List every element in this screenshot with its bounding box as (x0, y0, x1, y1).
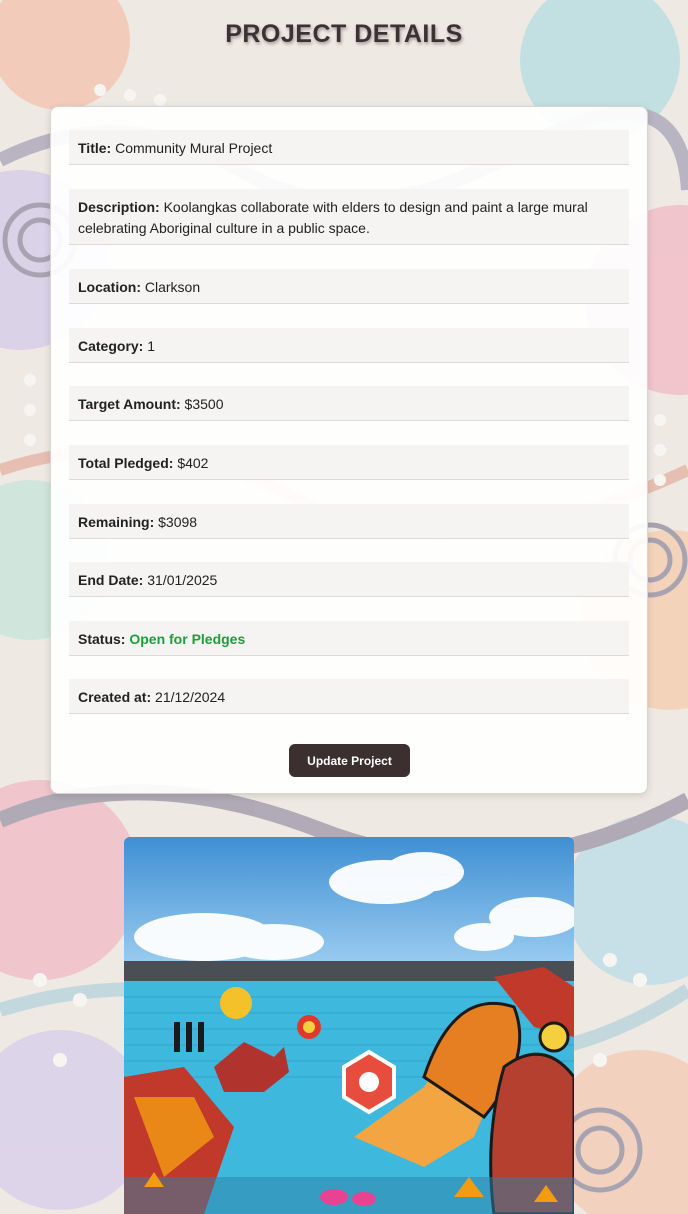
created-at-value: 21/12/2024 (155, 689, 226, 705)
category-label: Category: (78, 338, 148, 354)
detail-row-end-date: End Date: 31/01/2025 (69, 562, 629, 597)
status-badge: Open for Pledges (129, 631, 246, 647)
description-label: Description: (78, 199, 164, 215)
total-pledged-label: Total Pledged: (78, 455, 178, 471)
end-date-value: 31/01/2025 (147, 572, 218, 588)
target-amount-label: Target Amount: (78, 396, 185, 412)
title-value: Community Mural Project (115, 140, 273, 156)
target-amount-value: $3500 (184, 396, 224, 412)
detail-row-title: Title: Community Mural Project (69, 130, 629, 165)
project-details-page: PROJECT DETAILS Title: Community Mural P… (0, 0, 688, 1214)
detail-row-target-amount: Target Amount: $3500 (69, 386, 629, 421)
page-title: PROJECT DETAILS (225, 20, 463, 48)
mural-image (124, 837, 574, 1214)
project-details-card: Title: Community Mural Project Descripti… (50, 106, 648, 794)
project-image (124, 837, 574, 1214)
update-project-button[interactable]: Update Project (289, 744, 410, 777)
detail-row-created-at: Created at: 21/12/2024 (69, 679, 629, 714)
category-value: 1 (147, 338, 156, 354)
title-label: Title: (78, 140, 116, 156)
detail-row-location: Location: Clarkson (69, 269, 629, 304)
location-value: Clarkson (144, 279, 201, 295)
detail-row-category: Category: 1 (69, 328, 629, 363)
location-label: Location: (78, 279, 145, 295)
detail-row-status: Status: Open for Pledges (69, 621, 629, 656)
remaining-label: Remaining: (78, 514, 159, 530)
total-pledged-value: $402 (177, 455, 209, 471)
status-label: Status: (78, 631, 130, 647)
detail-row-description: Description: Koolangkas collaborate with… (69, 189, 629, 245)
remaining-value: $3098 (158, 514, 198, 530)
created-at-label: Created at: (78, 689, 156, 705)
detail-row-remaining: Remaining: $3098 (69, 504, 629, 539)
end-date-label: End Date: (78, 572, 148, 588)
detail-row-total-pledged: Total Pledged: $402 (69, 445, 629, 480)
